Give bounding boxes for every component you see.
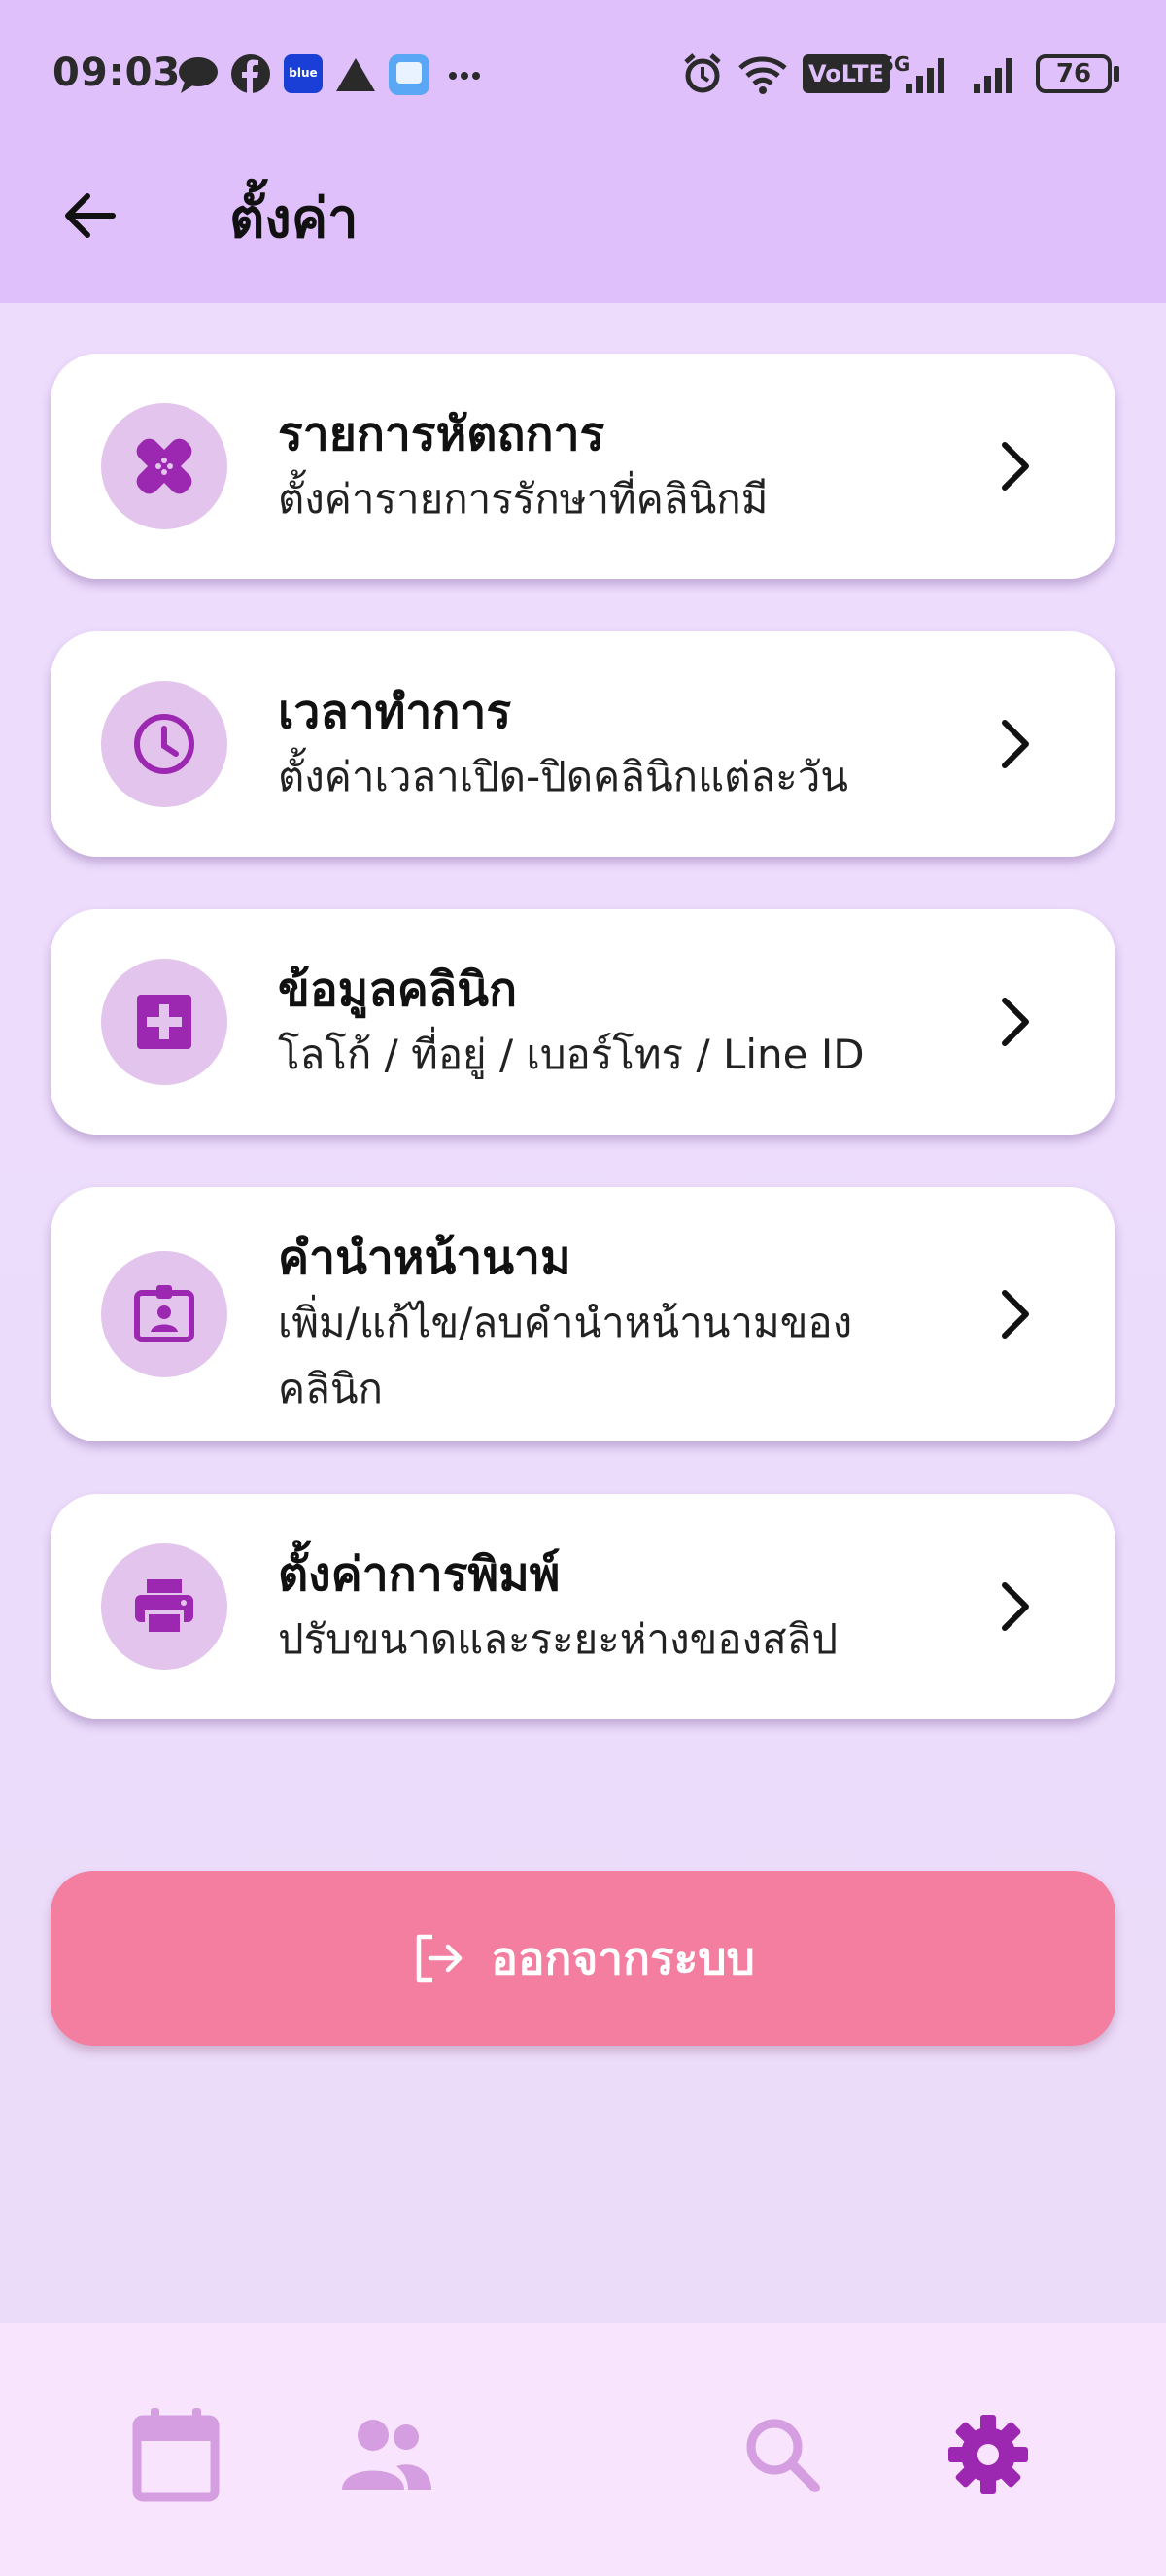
wifi-icon <box>738 56 787 94</box>
battery-tip <box>1114 66 1119 82</box>
battery-indicator: 76 <box>1036 54 1112 93</box>
battery-level: 76 <box>1055 59 1092 88</box>
icon-circle <box>101 959 227 1085</box>
blue-app-icon: blue <box>284 54 323 93</box>
status-time: 09:03 <box>52 51 182 95</box>
menu-item-title: ข้อมูลคลินิก <box>278 963 518 1017</box>
icon-circle <box>101 1251 227 1377</box>
menu-item-name-prefix[interactable]: คำนำหน้านาม เพิ่ม/แก้ไข/ลบคำนำหน้านามของ… <box>51 1187 1115 1441</box>
chat-bubble-icon <box>179 57 218 93</box>
chevron-right-icon <box>1002 1290 1029 1339</box>
bottom-navigation <box>0 2323 1166 2576</box>
chevron-right-icon <box>1002 442 1029 491</box>
menu-item-subtitle: โลโก้ / ที่อยู่ / เบอร์โทร / Line ID <box>278 1031 865 1078</box>
icon-circle <box>101 403 227 529</box>
clock-icon <box>134 714 194 774</box>
printer-icon <box>135 1579 193 1636</box>
nav-search[interactable] <box>729 2401 836 2508</box>
nav-patients[interactable] <box>330 2401 443 2508</box>
medical-cross-icon <box>137 995 191 1049</box>
nav-calendar[interactable] <box>122 2401 229 2508</box>
people-icon <box>342 2420 431 2490</box>
id-badge-icon <box>134 1285 194 1342</box>
menu-item-clinic-info[interactable]: ข้อมูลคลินิก โลโก้ / ที่อยู่ / เบอร์โทร … <box>51 909 1115 1135</box>
logout-icon <box>416 1934 463 1983</box>
signal-icon-2 <box>974 58 1012 93</box>
menu-item-subtitle: ปรับขนาดและระยะห่างของสลิป <box>278 1615 839 1663</box>
menu-item-subtitle: ตั้งค่าเวลาเปิด-ปิดคลินิกแต่ละวัน <box>278 753 849 800</box>
gear-icon <box>948 2415 1028 2494</box>
arrow-left-icon <box>65 193 116 238</box>
nav-settings[interactable] <box>935 2401 1042 2508</box>
menu-item-title: เวลาทำการ <box>278 685 512 739</box>
app-bar: 09:03 blue VoLTE 5G 76 ตั้งค่า <box>0 0 1166 303</box>
menu-item-procedures[interactable]: รายการหัตถการ ตั้งค่ารายการรักษาที่คลินิ… <box>51 354 1115 579</box>
icon-circle <box>101 681 227 807</box>
volte-badge: VoLTE <box>803 54 890 93</box>
search-icon <box>746 2419 820 2492</box>
back-button[interactable] <box>49 175 130 256</box>
triangle-icon <box>336 58 375 91</box>
chevron-right-icon <box>1002 998 1029 1046</box>
page-title: ตั้งค่า <box>229 187 359 251</box>
menu-item-subtitle: ตั้งค่ารายการรักษาที่คลินิกมี <box>278 475 769 523</box>
signal-icon <box>906 58 944 93</box>
chevron-right-icon <box>1002 1582 1029 1631</box>
menu-item-subtitle: เพิ่ม/แก้ไข/ลบคำนำหน้านามของคลินิก <box>278 1299 853 1412</box>
more-icon <box>449 72 480 80</box>
gallery-app-icon <box>389 54 429 95</box>
logout-label: ออกจากระบบ <box>491 1931 755 1984</box>
menu-item-title: ตั้งค่าการพิมพ์ <box>278 1547 561 1602</box>
menu-item-print-settings[interactable]: ตั้งค่าการพิมพ์ ปรับขนาดและระยะห่างของสล… <box>51 1494 1115 1719</box>
alarm-icon <box>684 53 721 93</box>
menu-item-title: คำนำหน้านาม <box>278 1231 571 1285</box>
menu-item-business-hours[interactable]: เวลาทำการ ตั้งค่าเวลาเปิด-ปิดคลินิกแต่ละ… <box>51 631 1115 857</box>
chevron-right-icon <box>1002 720 1029 768</box>
menu-item-title: รายการหัตถการ <box>278 407 605 461</box>
calendar-icon <box>132 2408 220 2502</box>
status-bar: 09:03 blue VoLTE 5G 76 <box>0 0 1166 146</box>
bandage-icon <box>136 438 192 494</box>
logout-button[interactable]: ออกจากระบบ <box>51 1871 1115 2046</box>
icon-circle <box>101 1543 227 1670</box>
svg-text:blue: blue <box>289 66 317 80</box>
facebook-icon <box>231 54 270 93</box>
